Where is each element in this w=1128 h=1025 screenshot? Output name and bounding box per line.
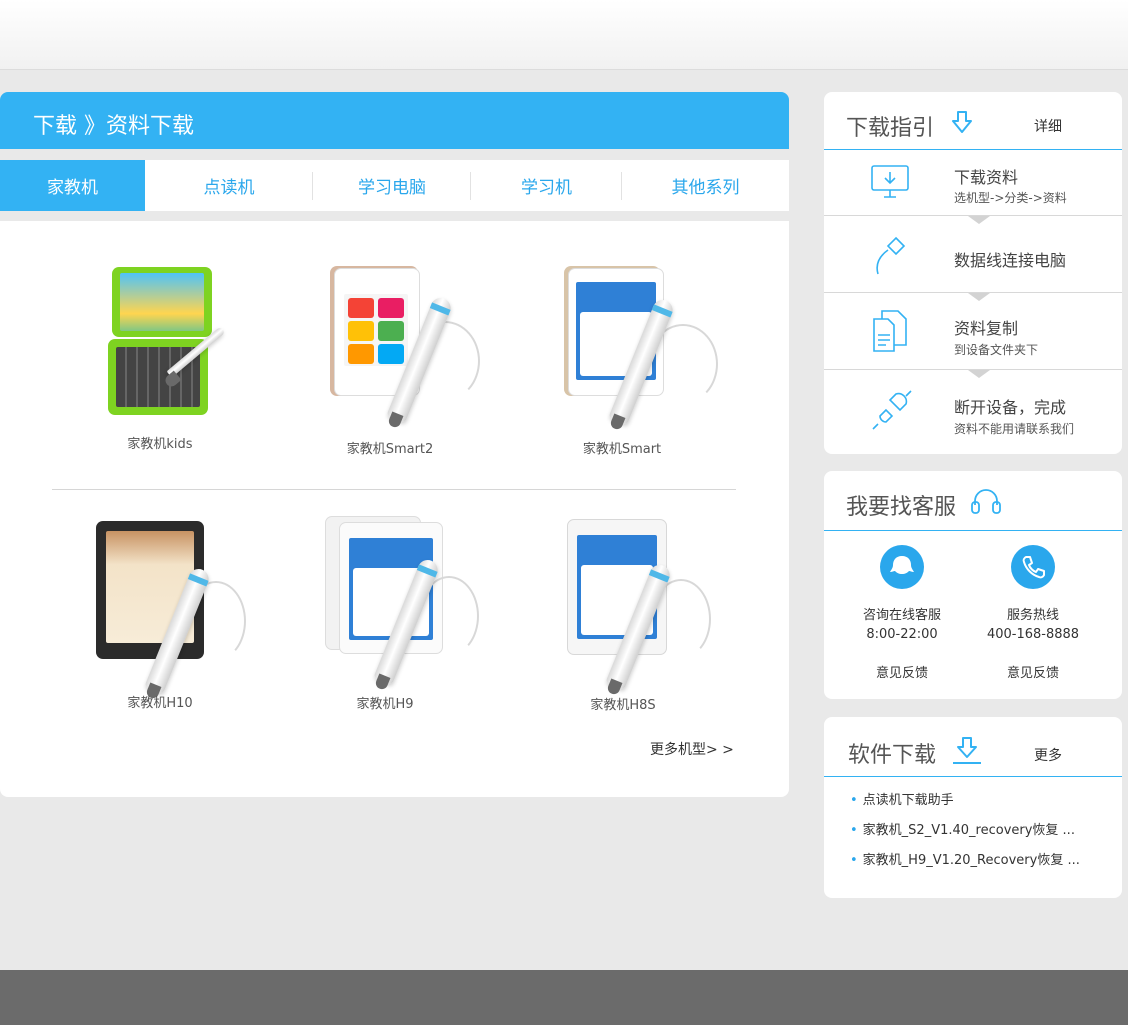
unplug-icon — [872, 390, 912, 430]
product-card[interactable]: 家教机Smart — [522, 261, 722, 457]
category-tabs: 家教机 点读机 学习电脑 学习机 其他系列 — [0, 160, 789, 211]
chat-bubble-icon — [880, 545, 924, 589]
software-title: 软件下载 — [848, 743, 937, 768]
step-title: 数据线连接电脑 — [954, 251, 1067, 270]
more-models-link[interactable]: 更多机型> > — [650, 739, 734, 759]
product-card[interactable]: 家教机Smart2 — [290, 261, 490, 457]
service-title: 我要找客服 — [846, 495, 957, 520]
guide-step: 断开设备，完成 资料不能用请联系我们 — [824, 370, 1122, 454]
software-item-label: 家教机_S2_V1.40_recovery恢复 ... — [862, 823, 1075, 838]
tab-label: 其他系列 — [671, 178, 740, 198]
product-card[interactable]: 家教机H10 — [60, 513, 260, 711]
tab-label: 学习机 — [521, 178, 572, 198]
tab-jiajiaoji[interactable]: 家教机 — [0, 160, 145, 211]
list-item[interactable]: • 家教机_H9_V1.20_Recovery恢复 ... — [850, 849, 1080, 879]
tab-qitaxilie[interactable]: 其他系列 — [622, 160, 789, 211]
list-item[interactable]: • 点读机下载助手 — [850, 789, 1080, 819]
software-item-label: 家教机_H9_V1.20_Recovery恢复 ... — [862, 853, 1080, 868]
page-footer — [0, 970, 1128, 1025]
product-card[interactable]: 家教机kids — [60, 261, 260, 452]
online-service[interactable]: 咨询在线客服 8:00-22:00 意见反馈 — [832, 545, 972, 681]
black-tablet-with-pen-image — [96, 521, 246, 695]
step-subtitle: 资料不能用请联系我们 — [954, 422, 1075, 436]
step-title: 资料复制 — [954, 319, 1019, 338]
service-header: 我要找客服 — [824, 471, 1122, 531]
top-header-bar — [0, 0, 1128, 70]
phone-icon — [1011, 545, 1055, 589]
white-tablet-with-pen-image — [325, 516, 479, 686]
step-subtitle: 到设备文件夹下 — [954, 343, 1039, 357]
software-download-card: 软件下载 更多 • 点读机下载助手 • 家教机_S2_V1.40_recovery恢… — [824, 717, 1122, 898]
tab-label: 学习电脑 — [358, 178, 426, 198]
guide-step: 资料复制 到设备文件夹下 — [824, 293, 1122, 370]
white-tablet-with-pen-image — [567, 519, 717, 691]
gold-tablet-with-pen-image — [330, 266, 480, 426]
hotline-number: 400-168-8888 — [986, 627, 1080, 642]
product-grid: 家教机kids 家教机Smart2 家教机Smart 家教机H10 家教机H9 … — [0, 221, 789, 797]
tab-label: 家教机 — [47, 178, 98, 198]
guide-detail-link[interactable]: 详细 — [1034, 116, 1062, 136]
product-name: 家教机H8S — [590, 698, 656, 713]
customer-service-card: 我要找客服 咨询在线客服 8:00-22:00 意见反馈 服务热线 400-168-… — [824, 471, 1122, 699]
software-more-link[interactable]: 更多 — [1034, 745, 1062, 765]
kids-tablet-with-keyboard-image — [108, 267, 228, 417]
product-card[interactable]: 家教机H8S — [523, 513, 723, 713]
guide-title: 下载指引 — [846, 116, 935, 141]
download-tray-icon — [953, 737, 981, 764]
list-item[interactable]: • 家教机_S2_V1.40_recovery恢复 ... — [850, 819, 1080, 849]
download-guide-card: 下载指引 详细 下载资料 选机型->分类->资料 数据线连接电脑 资料复制 到设… — [824, 92, 1122, 454]
product-name: 家教机Smart2 — [346, 442, 434, 457]
tab-label: 点读机 — [203, 178, 255, 198]
guide-header: 下载指引 详细 — [824, 92, 1122, 150]
product-name: 家教机H9 — [356, 697, 414, 712]
bullet-icon: • — [850, 823, 858, 838]
document-copy-icon — [873, 310, 907, 352]
breadcrumb-text: 下载 》资料下载 — [33, 114, 194, 139]
gold-tablet-with-pen-image — [564, 266, 718, 426]
feedback-link[interactable]: 意见反馈 — [963, 662, 1103, 681]
software-item-label: 点读机下载助手 — [862, 793, 954, 808]
product-card[interactable]: 家教机H9 — [285, 513, 485, 712]
tab-xuexiji[interactable]: 学习机 — [471, 160, 622, 211]
step-title: 下载资料 — [954, 168, 1019, 187]
software-list: • 点读机下载助手 • 家教机_S2_V1.40_recovery恢复 ... • 家… — [850, 789, 1080, 879]
hotline-label: 服务热线 — [1006, 608, 1059, 623]
product-name: 家教机kids — [127, 437, 193, 452]
row-divider — [52, 489, 736, 490]
bullet-icon: • — [850, 853, 858, 868]
monitor-download-icon — [871, 165, 909, 198]
feedback-link[interactable]: 意见反馈 — [832, 662, 972, 681]
headset-icon — [971, 489, 1001, 514]
guide-step: 数据线连接电脑 — [824, 216, 1122, 293]
bullet-icon: • — [850, 793, 858, 808]
product-name: 家教机H10 — [127, 696, 193, 711]
usb-cable-icon — [876, 236, 906, 275]
software-header: 软件下载 更多 — [824, 717, 1122, 777]
step-title: 断开设备，完成 — [954, 398, 1067, 417]
hotline-service[interactable]: 服务热线 400-168-8888 意见反馈 — [963, 545, 1103, 681]
breadcrumb: 下载 》资料下载 — [0, 92, 789, 149]
step-subtitle: 选机型->分类->资料 — [954, 191, 1067, 205]
guide-step: 下载资料 选机型->分类->资料 — [824, 150, 1122, 216]
tab-xuexidiannao[interactable]: 学习电脑 — [313, 160, 471, 211]
product-name: 家教机Smart — [582, 442, 662, 457]
online-service-label: 咨询在线客服 — [862, 608, 941, 623]
online-service-hours: 8:00-22:00 — [866, 627, 938, 642]
download-arrow-icon — [952, 111, 972, 133]
tab-dianduji[interactable]: 点读机 — [145, 160, 313, 211]
